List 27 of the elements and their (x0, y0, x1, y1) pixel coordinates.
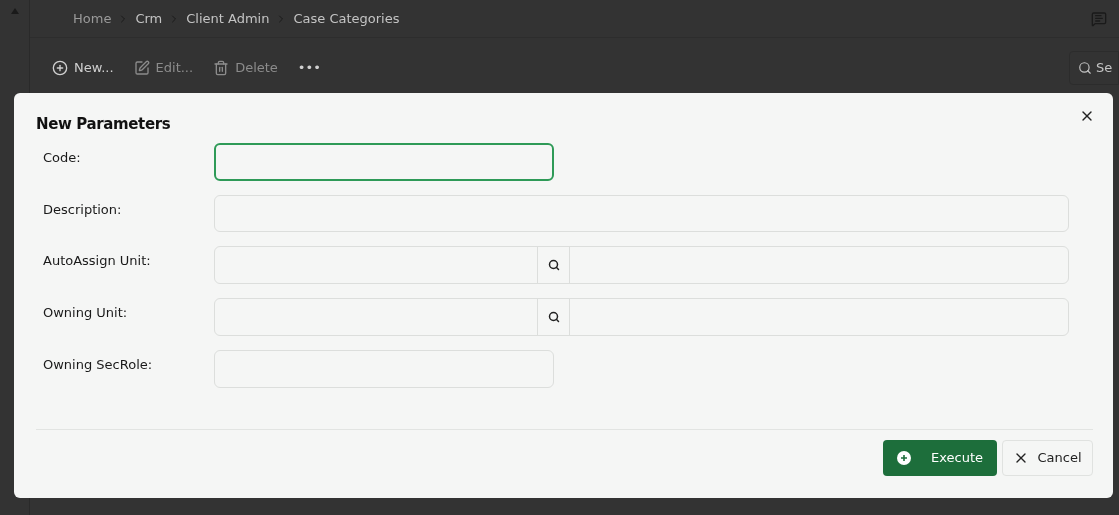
execute-button[interactable]: Execute (883, 440, 997, 476)
toolbar-button[interactable]: New... (52, 58, 114, 78)
search-icon[interactable] (547, 310, 560, 323)
breadcrumb-link[interactable]: Client Admin (186, 8, 270, 29)
search-field[interactable]: Se (1069, 51, 1119, 85)
pencil-icon (133, 60, 150, 76)
trash-icon (213, 60, 230, 76)
lookup-field[interactable] (214, 297, 1069, 336)
field-label: AutoAssign Unit: (43, 251, 152, 270)
plus-circle-icon (52, 60, 68, 76)
breadcrumb-link[interactable]: Case Categories (293, 8, 400, 29)
scroll-up-icon[interactable] (10, 8, 19, 14)
message-icon[interactable] (1091, 10, 1107, 27)
field-label: Description: (43, 200, 123, 219)
field-label: Code: (43, 148, 82, 167)
plus-circle-icon (897, 451, 911, 465)
toolbar-button[interactable]: ••• (297, 58, 321, 78)
field-label: Owning Unit: (43, 303, 129, 322)
search-icon (1078, 61, 1092, 75)
cancel-button[interactable]: Cancel (1002, 440, 1093, 476)
breadcrumb-link[interactable]: Crm (135, 8, 163, 29)
field-label: Owning SecRole: (43, 355, 154, 374)
search-icon[interactable] (547, 258, 560, 271)
dialog-title: New Parameters (36, 114, 171, 135)
breadcrumb-link[interactable]: Home (73, 8, 112, 29)
input-field[interactable] (214, 142, 554, 181)
lookup-field[interactable] (214, 245, 1069, 284)
